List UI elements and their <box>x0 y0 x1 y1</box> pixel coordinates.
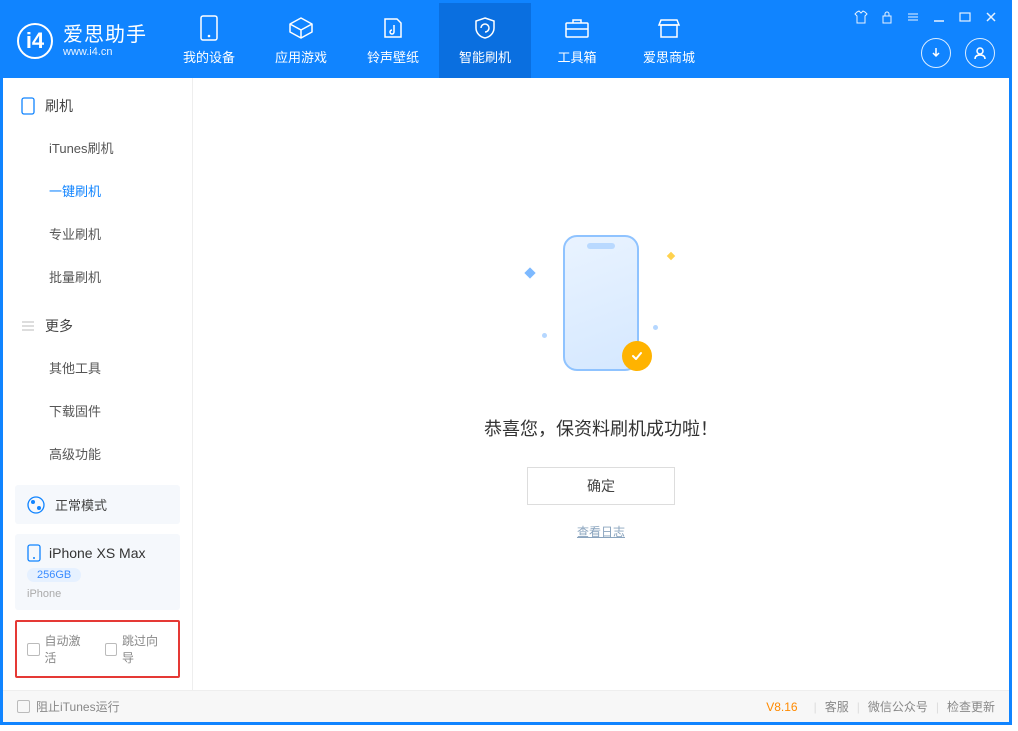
tab-label: 爱思商城 <box>643 47 695 66</box>
lock-icon[interactable] <box>879 9 895 25</box>
phone-icon <box>196 15 222 41</box>
mode-box[interactable]: 正常模式 <box>15 485 180 524</box>
device-icon <box>27 544 41 562</box>
sidebar-group-more: 更多 <box>3 298 192 346</box>
tab-apps[interactable]: 应用游戏 <box>255 3 347 78</box>
sidebar-group-flash: 刷机 <box>3 78 192 126</box>
mode-icon <box>27 496 45 514</box>
tab-my-device[interactable]: 我的设备 <box>163 3 255 78</box>
checkbox-auto-activate[interactable]: 自动激活 <box>27 632 91 666</box>
shirt-icon[interactable] <box>853 9 869 25</box>
phone-outline-icon <box>21 97 35 115</box>
mode-label: 正常模式 <box>55 495 107 514</box>
sidebar-bottom: 正常模式 iPhone XS Max 256GB iPhone 自动激活 跳过向… <box>15 485 180 678</box>
sidebar-item-itunes-flash[interactable]: iTunes刷机 <box>3 126 192 169</box>
tab-store[interactable]: 爱思商城 <box>623 3 715 78</box>
brand-site: www.i4.cn <box>63 46 147 58</box>
sidebar: 刷机 iTunes刷机 一键刷机 专业刷机 批量刷机 更多 其他工具 下载固件 … <box>3 78 193 690</box>
view-log-link[interactable]: 查看日志 <box>577 523 625 540</box>
dot-icon <box>653 325 658 330</box>
footer-right: V8.16 | 客服 | 微信公众号 | 检查更新 <box>766 698 995 715</box>
refresh-shield-icon <box>472 15 498 41</box>
download-button[interactable] <box>921 38 951 68</box>
block-itunes-label[interactable]: 阻止iTunes运行 <box>36 698 120 715</box>
checks-box: 自动激活 跳过向导 <box>15 620 180 678</box>
tab-ringtone[interactable]: 铃声壁纸 <box>347 3 439 78</box>
checkbox-label: 自动激活 <box>45 632 91 666</box>
tab-label: 智能刷机 <box>459 47 511 66</box>
group-label: 更多 <box>45 316 73 336</box>
checkbox-label: 跳过向导 <box>122 632 168 666</box>
sidebar-item-pro-flash[interactable]: 专业刷机 <box>3 212 192 255</box>
main-content: 恭喜您，保资料刷机成功啦！ 确定 查看日志 <box>193 78 1009 690</box>
footer-link-update[interactable]: 检查更新 <box>947 698 995 715</box>
separator: | <box>857 700 860 714</box>
group-label: 刷机 <box>45 96 73 116</box>
device-box[interactable]: iPhone XS Max 256GB iPhone <box>15 534 180 610</box>
footer-link-wechat[interactable]: 微信公众号 <box>868 698 928 715</box>
footer-link-service[interactable]: 客服 <box>825 698 849 715</box>
tab-label: 我的设备 <box>183 47 235 66</box>
music-file-icon <box>380 15 406 41</box>
ok-button[interactable]: 确定 <box>527 467 675 505</box>
tab-smart-flash[interactable]: 智能刷机 <box>439 3 531 78</box>
success-illustration <box>516 229 686 389</box>
maximize-icon[interactable] <box>957 9 973 25</box>
checkbox-icon[interactable] <box>17 700 30 713</box>
minimize-icon[interactable] <box>931 9 947 25</box>
sidebar-item-batch-flash[interactable]: 批量刷机 <box>3 255 192 298</box>
menu-icon[interactable] <box>905 9 921 25</box>
device-type: iPhone <box>27 588 168 600</box>
checkbox-skip-wizard[interactable]: 跳过向导 <box>105 632 169 666</box>
check-badge-icon <box>622 341 652 371</box>
cube-icon <box>288 15 314 41</box>
account-button[interactable] <box>965 38 995 68</box>
checkbox-icon <box>105 643 118 656</box>
sidebar-item-download-fw[interactable]: 下载固件 <box>3 389 192 432</box>
tab-label: 应用游戏 <box>275 47 327 66</box>
dot-icon <box>542 333 547 338</box>
close-icon[interactable] <box>983 9 999 25</box>
device-capacity: 256GB <box>27 568 81 582</box>
brand-name: 爱思助手 <box>63 24 147 46</box>
briefcase-icon <box>564 15 590 41</box>
window-controls <box>853 9 999 25</box>
app-header: i4 爱思助手 www.i4.cn 我的设备 应用游戏 铃声壁纸 智能刷机 工具… <box>3 3 1009 78</box>
sidebar-item-other-tools[interactable]: 其他工具 <box>3 346 192 389</box>
header-actions <box>921 38 995 68</box>
version-label: V8.16 <box>766 700 797 714</box>
tab-label: 工具箱 <box>557 47 596 66</box>
brand-logo: i4 爱思助手 www.i4.cn <box>3 3 163 78</box>
separator: | <box>814 700 817 714</box>
footer: 阻止iTunes运行 V8.16 | 客服 | 微信公众号 | 检查更新 <box>3 690 1009 722</box>
logo-icon: i4 <box>17 23 53 59</box>
brand-text: 爱思助手 www.i4.cn <box>63 24 147 58</box>
sidebar-item-one-click[interactable]: 一键刷机 <box>3 169 192 212</box>
sidebar-item-advanced[interactable]: 高级功能 <box>3 432 192 475</box>
list-icon <box>21 319 35 333</box>
success-message: 恭喜您，保资料刷机成功啦！ <box>484 415 718 441</box>
checkbox-icon <box>27 643 40 656</box>
sparkle-icon <box>524 267 535 278</box>
separator: | <box>936 700 939 714</box>
device-name-text: iPhone XS Max <box>49 545 146 561</box>
sparkle-icon <box>667 251 675 259</box>
store-icon <box>656 15 682 41</box>
tab-label: 铃声壁纸 <box>367 47 419 66</box>
footer-left: 阻止iTunes运行 <box>17 698 120 715</box>
tab-toolbox[interactable]: 工具箱 <box>531 3 623 78</box>
main-tabs: 我的设备 应用游戏 铃声壁纸 智能刷机 工具箱 爱思商城 <box>163 3 715 78</box>
